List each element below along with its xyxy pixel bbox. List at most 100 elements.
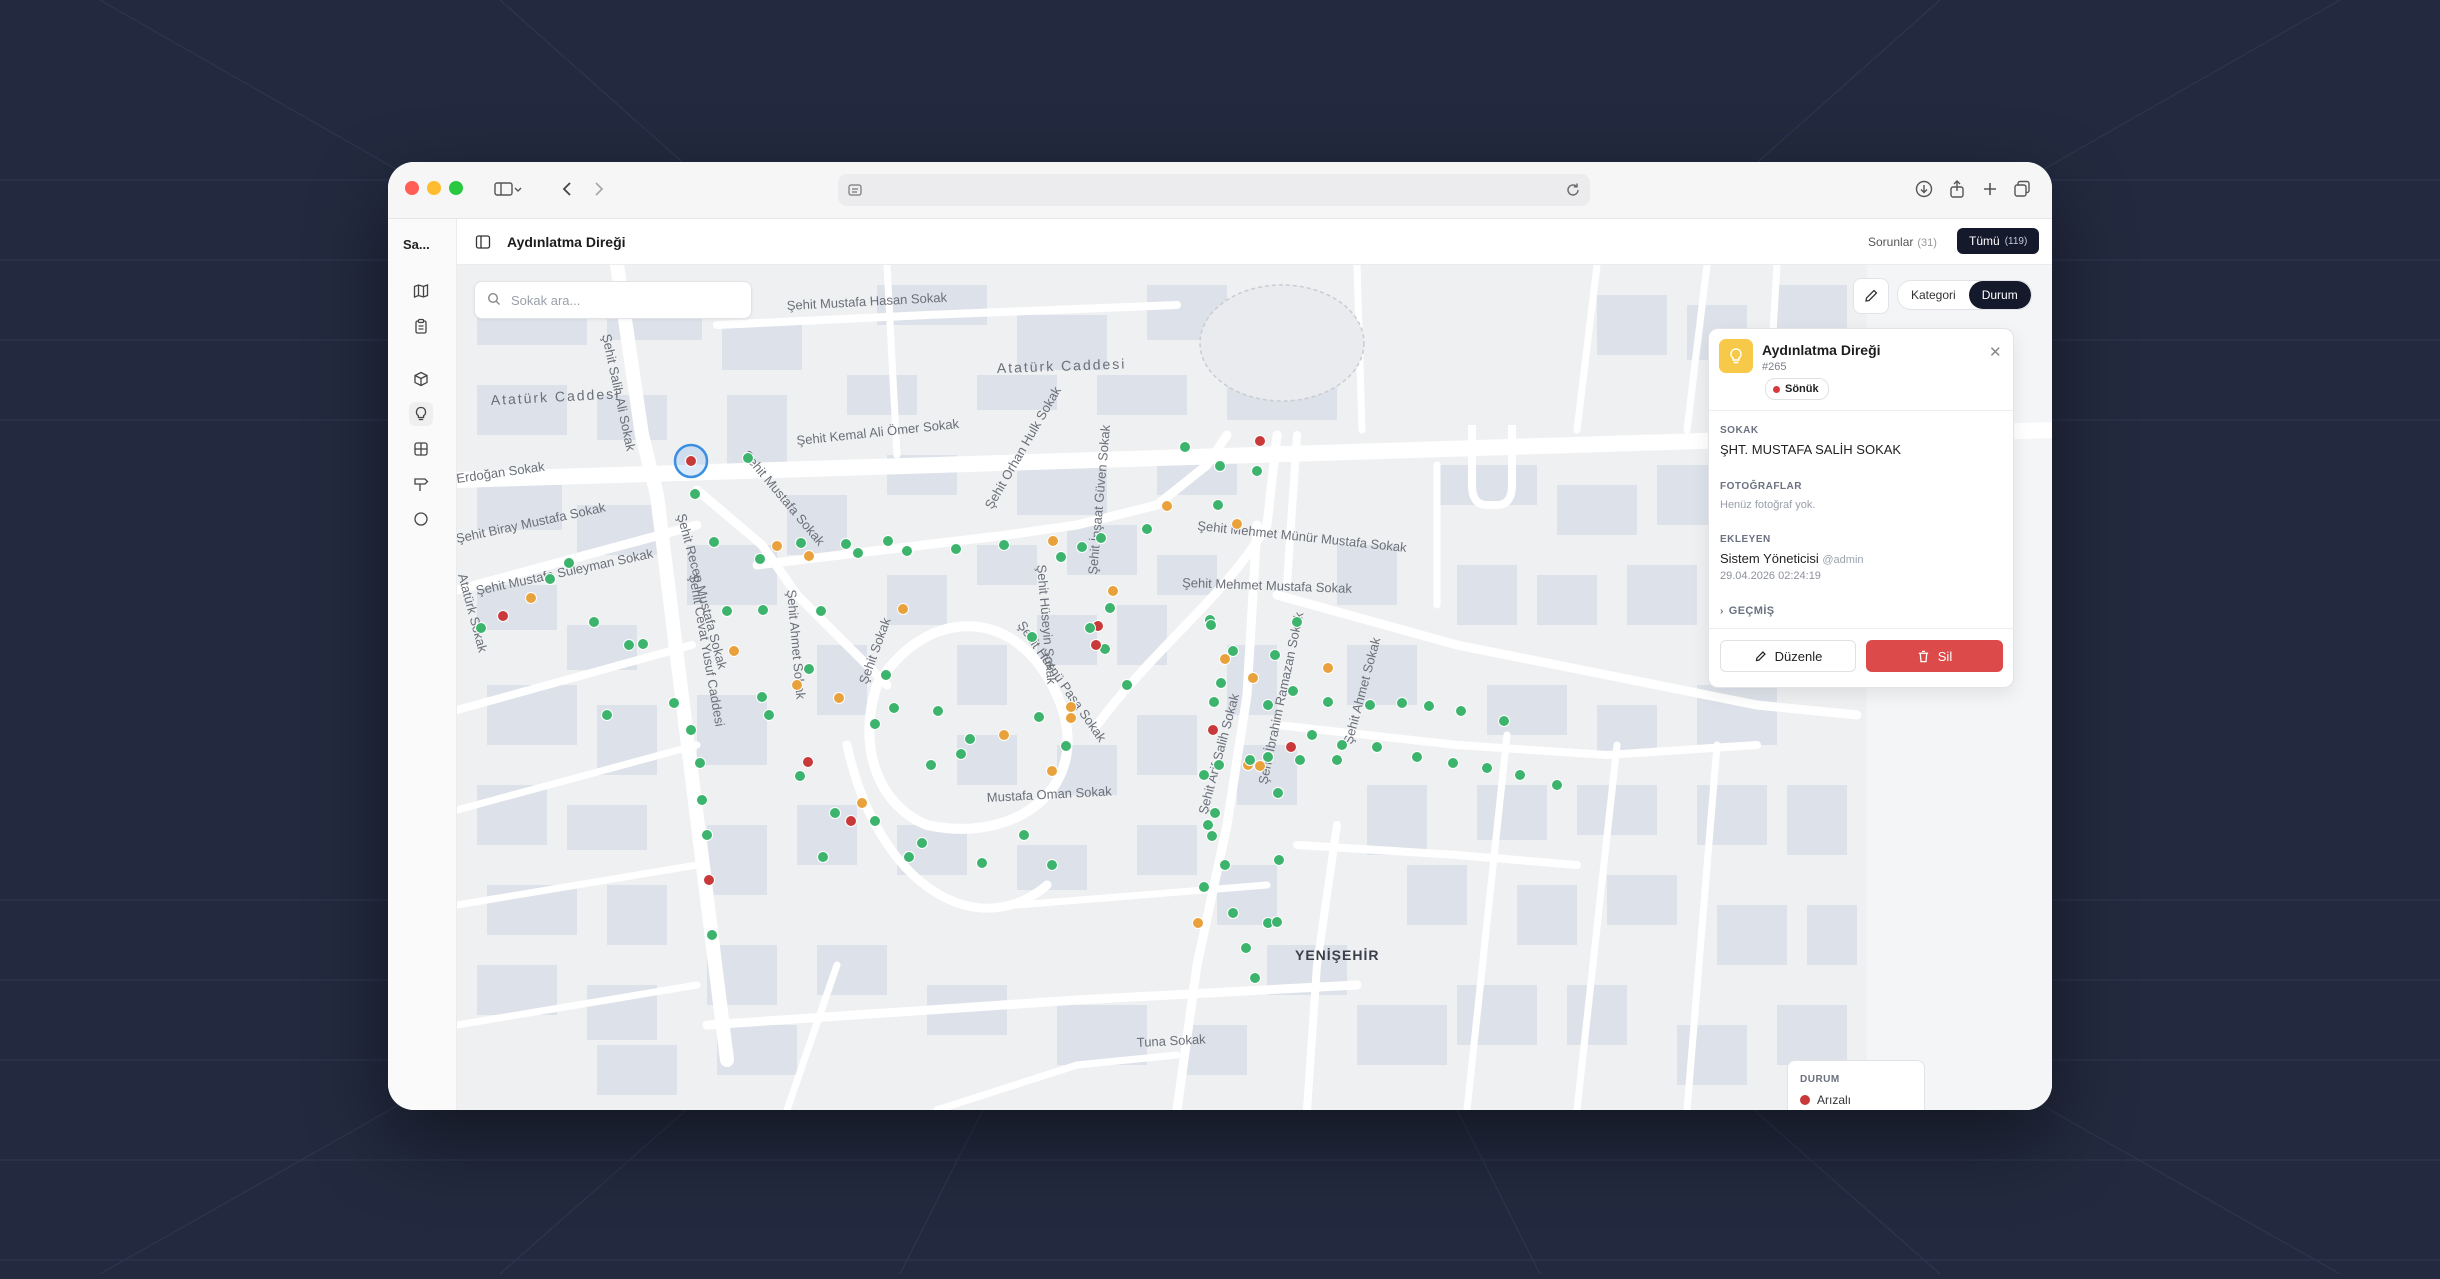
lamp-marker[interactable]	[998, 729, 1010, 741]
lamp-marker[interactable]	[742, 452, 754, 464]
lamp-marker[interactable]	[1291, 616, 1303, 628]
lamp-marker[interactable]	[1192, 917, 1204, 929]
draw-tool-button[interactable]	[1853, 278, 1889, 314]
lamp-marker[interactable]	[754, 553, 766, 565]
lamp-marker[interactable]	[1208, 696, 1220, 708]
lamp-marker[interactable]	[1322, 696, 1334, 708]
lamp-marker[interactable]	[1254, 435, 1266, 447]
map-canvas[interactable]: Şehit Mustafa Hasan Sokak Şehit Salih Ali…	[457, 265, 2052, 1110]
lamp-marker[interactable]	[1285, 741, 1297, 753]
share-icon[interactable]	[1945, 174, 1969, 204]
lamp-marker[interactable]	[794, 770, 806, 782]
signpost-icon[interactable]	[409, 472, 433, 496]
lamp-marker[interactable]	[1306, 729, 1318, 741]
lamp-marker[interactable]	[1179, 441, 1191, 453]
lamp-marker[interactable]	[1046, 765, 1058, 777]
lamp-marker[interactable]	[888, 702, 900, 714]
delete-button[interactable]: Sil	[1866, 640, 2003, 672]
minimize-window-button[interactable]	[427, 181, 441, 195]
lightbulb-icon[interactable]	[409, 402, 433, 426]
address-bar[interactable]	[838, 174, 1590, 206]
lamp-marker[interactable]	[1514, 769, 1526, 781]
lamp-marker[interactable]	[1396, 697, 1408, 709]
lamp-marker[interactable]	[1244, 754, 1256, 766]
lamp-marker[interactable]	[1047, 535, 1059, 547]
edit-button[interactable]: Düzenle	[1720, 640, 1856, 672]
forward-icon[interactable]	[588, 174, 610, 204]
lamp-marker[interactable]	[955, 748, 967, 760]
lamp-marker[interactable]	[1322, 662, 1334, 674]
lamp-marker[interactable]	[1498, 715, 1510, 727]
lamp-marker[interactable]	[694, 757, 706, 769]
lamp-marker[interactable]	[1121, 679, 1133, 691]
lamp-marker[interactable]	[497, 610, 509, 622]
lamp-marker[interactable]	[802, 756, 814, 768]
lamp-marker[interactable]	[706, 929, 718, 941]
lamp-marker[interactable]	[1207, 724, 1219, 736]
lamp-marker[interactable]	[1033, 711, 1045, 723]
lamp-marker[interactable]	[1455, 705, 1467, 717]
lamp-marker[interactable]	[1065, 701, 1077, 713]
status-mode-button[interactable]: Durum	[1968, 281, 2031, 309]
lamp-marker[interactable]	[882, 535, 894, 547]
lamp-marker[interactable]	[1214, 460, 1226, 472]
lamp-marker[interactable]	[756, 691, 768, 703]
lamp-marker[interactable]	[1262, 751, 1274, 763]
lamp-marker[interactable]	[771, 540, 783, 552]
lamp-marker[interactable]	[1104, 602, 1116, 614]
lamp-marker[interactable]	[817, 851, 829, 863]
lamp-marker[interactable]	[998, 539, 1010, 551]
lamp-marker[interactable]	[1231, 518, 1243, 530]
lamp-marker[interactable]	[1423, 700, 1435, 712]
lamp-marker[interactable]	[916, 837, 928, 849]
lamp-marker[interactable]	[685, 724, 697, 736]
download-icon[interactable]	[1912, 174, 1936, 204]
lamp-marker[interactable]	[1090, 639, 1102, 651]
lamp-marker[interactable]	[1551, 779, 1563, 791]
lamp-marker[interactable]	[1287, 685, 1299, 697]
sidebar-toggle-icon[interactable]	[488, 174, 528, 204]
lamp-marker[interactable]	[1481, 762, 1493, 774]
lamp-marker[interactable]	[1272, 787, 1284, 799]
lamp-marker[interactable]	[544, 573, 556, 585]
page-settings-icon[interactable]	[848, 183, 862, 197]
lamp-marker[interactable]	[708, 536, 720, 548]
lamp-marker[interactable]	[1251, 465, 1263, 477]
lamp-marker[interactable]	[976, 857, 988, 869]
clipboard-icon[interactable]	[409, 314, 433, 338]
lamp-marker[interactable]	[1249, 972, 1261, 984]
lamp-marker[interactable]	[689, 488, 701, 500]
lamp-marker[interactable]	[696, 794, 708, 806]
lamp-marker[interactable]	[1055, 551, 1067, 563]
lamp-marker[interactable]	[563, 557, 575, 569]
lamp-marker[interactable]	[1371, 741, 1383, 753]
lamp-marker[interactable]	[964, 733, 976, 745]
all-filter-button[interactable]: Tümü (119)	[1957, 228, 2040, 254]
lamp-marker[interactable]	[1227, 907, 1239, 919]
lamp-marker[interactable]	[1026, 631, 1038, 643]
lamp-marker[interactable]	[1141, 523, 1153, 535]
lamp-marker[interactable]	[763, 709, 775, 721]
lamp-marker[interactable]	[791, 679, 803, 691]
lamp-marker[interactable]	[840, 538, 852, 550]
close-window-button[interactable]	[405, 181, 419, 195]
lamp-marker[interactable]	[803, 663, 815, 675]
lamp-marker[interactable]	[1447, 757, 1459, 769]
street-search-box[interactable]	[474, 281, 752, 319]
lamp-marker[interactable]	[856, 797, 868, 809]
lamp-marker[interactable]	[1262, 699, 1274, 711]
lamp-marker[interactable]	[903, 851, 915, 863]
box-icon[interactable]	[409, 367, 433, 391]
lamp-marker[interactable]	[623, 639, 635, 651]
brand-name[interactable]: Sa...	[403, 237, 430, 252]
lamp-marker[interactable]	[757, 604, 769, 616]
history-toggle[interactable]: › GEÇMİŞ	[1720, 605, 1775, 617]
lamp-marker[interactable]	[1198, 881, 1210, 893]
grid-icon[interactable]	[409, 437, 433, 461]
lamp-marker[interactable]	[1411, 751, 1423, 763]
lamp-marker[interactable]	[1269, 649, 1281, 661]
lamp-marker[interactable]	[728, 645, 740, 657]
lamp-marker[interactable]	[588, 616, 600, 628]
lamp-marker[interactable]	[925, 759, 937, 771]
lamp-marker[interactable]	[1206, 830, 1218, 842]
